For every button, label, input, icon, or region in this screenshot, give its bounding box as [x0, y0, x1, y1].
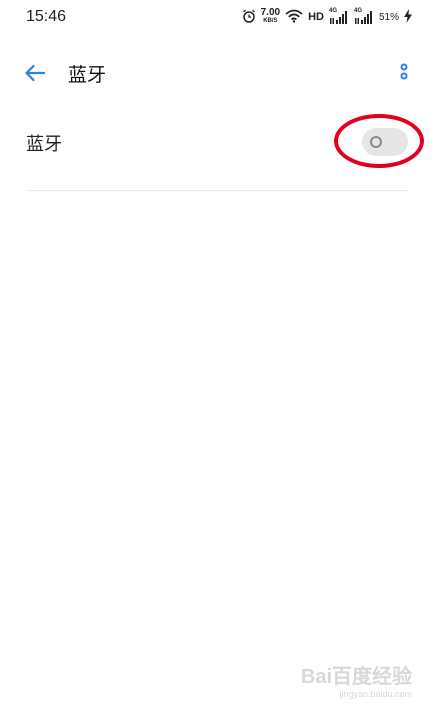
net-speed-unit: KB/S — [263, 18, 278, 24]
network-speed: 7.00 KB/S — [260, 7, 281, 25]
signal-icon: 4G — [328, 8, 349, 25]
status-time: 15:46 — [26, 8, 67, 25]
bluetooth-toggle[interactable] — [362, 128, 408, 156]
watermark-logo: Bai百度经验 — [300, 666, 412, 688]
more-options-button[interactable] — [396, 62, 412, 84]
hd-label: HD — [308, 11, 324, 23]
header: 蓝牙 — [0, 48, 434, 98]
page-title: 蓝牙 — [68, 64, 107, 86]
back-button[interactable] — [22, 60, 48, 86]
battery-level: 51% — [378, 11, 399, 23]
watermark-url: jingyan.baidu.com — [339, 689, 412, 699]
net-speed-value: 7.00 — [260, 7, 281, 18]
signal-icon: 4G — [353, 8, 374, 25]
status-bar: 15:46 7.00 KB/S HD 4G 4G 51% — [0, 0, 434, 36]
more-vertical-icon — [400, 63, 408, 80]
charging-icon — [404, 8, 412, 27]
status-icons: 7.00 KB/S HD 4G 4G 51% — [242, 8, 412, 26]
wifi-icon — [285, 8, 303, 27]
row-divider — [26, 190, 408, 191]
watermark: Bai百度经验 jingyan.baidu.com — [301, 660, 412, 699]
arrow-left-icon — [25, 64, 46, 82]
bluetooth-setting-row: 蓝牙 — [26, 112, 408, 174]
bluetooth-label: 蓝牙 — [26, 134, 62, 155]
screen: 15:46 7.00 KB/S HD 4G 4G 51% 蓝牙 蓝牙 Bai百度… — [0, 0, 434, 715]
toggle-knob — [370, 136, 382, 148]
signal-tag-1: 4G — [328, 8, 337, 14]
alarm-icon — [242, 8, 256, 27]
signal-tag-2: 4G — [353, 8, 362, 14]
